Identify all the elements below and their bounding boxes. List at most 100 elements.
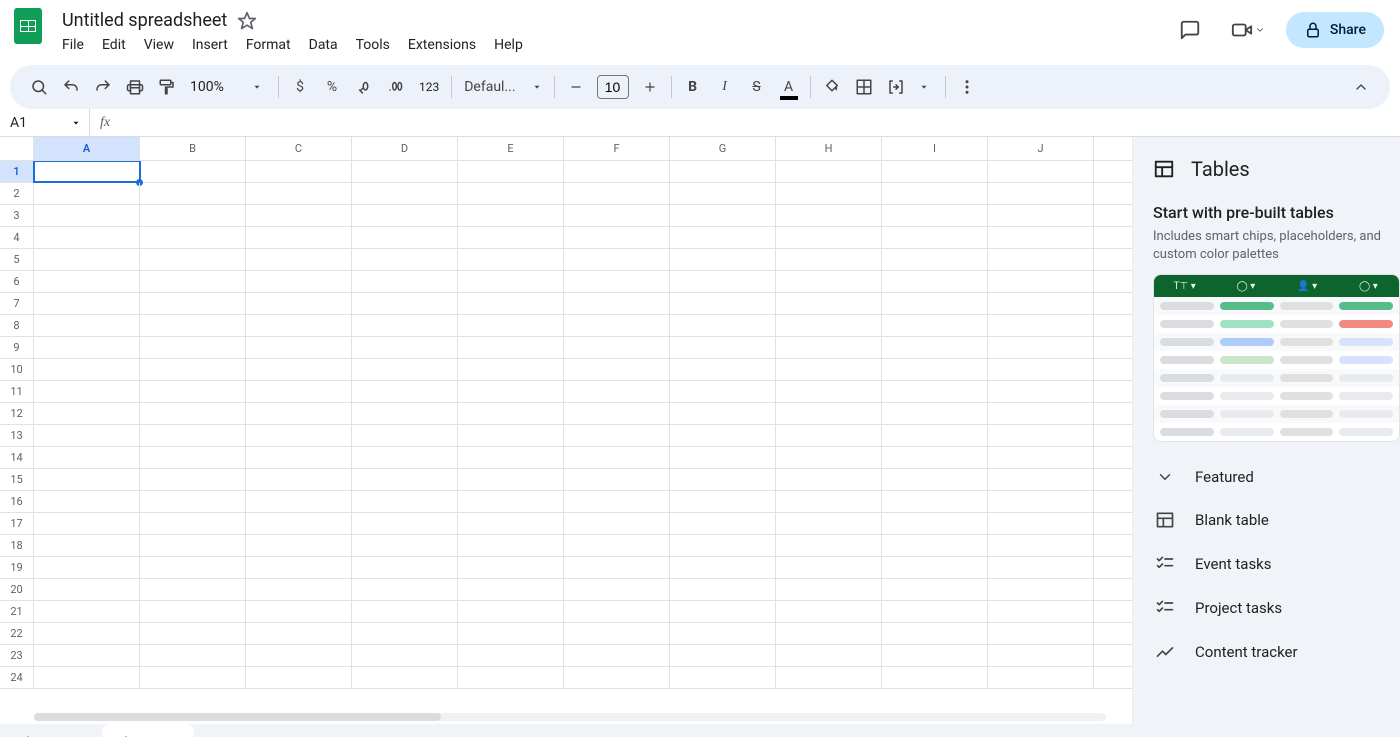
cell[interactable]	[776, 623, 882, 644]
cell[interactable]	[140, 205, 246, 226]
cell[interactable]	[352, 183, 458, 204]
cell[interactable]	[246, 623, 352, 644]
column-header[interactable]: E	[458, 137, 564, 160]
row-header[interactable]: 19	[0, 557, 34, 578]
fill-color-button[interactable]	[817, 72, 847, 102]
cell[interactable]	[776, 579, 882, 600]
format-percent-button[interactable]: %	[317, 72, 347, 102]
zoom-select[interactable]: 100%	[184, 72, 244, 102]
cell[interactable]	[140, 579, 246, 600]
cell[interactable]	[246, 491, 352, 512]
cell[interactable]	[34, 513, 140, 534]
cell[interactable]	[458, 227, 564, 248]
cell[interactable]	[988, 469, 1094, 490]
cell[interactable]	[458, 183, 564, 204]
cell[interactable]	[458, 161, 564, 182]
cell[interactable]	[34, 293, 140, 314]
cell[interactable]	[882, 667, 988, 688]
cell[interactable]	[564, 513, 670, 534]
cell[interactable]	[458, 491, 564, 512]
cell[interactable]	[776, 425, 882, 446]
cell[interactable]	[988, 535, 1094, 556]
cell[interactable]	[246, 337, 352, 358]
cell[interactable]	[458, 513, 564, 534]
template-blank-table[interactable]: Blank table	[1153, 510, 1400, 530]
borders-button[interactable]	[849, 72, 879, 102]
cell[interactable]	[988, 425, 1094, 446]
cell[interactable]	[988, 271, 1094, 292]
cell[interactable]	[564, 161, 670, 182]
cell[interactable]	[670, 535, 776, 556]
cell[interactable]	[34, 249, 140, 270]
cell[interactable]	[776, 491, 882, 512]
comments-button[interactable]	[1170, 12, 1210, 48]
cell[interactable]	[564, 337, 670, 358]
cell[interactable]	[458, 249, 564, 270]
cell[interactable]	[458, 469, 564, 490]
cell[interactable]	[140, 557, 246, 578]
cell[interactable]	[34, 161, 140, 182]
cell[interactable]	[564, 601, 670, 622]
column-header[interactable]: B	[140, 137, 246, 160]
row-header[interactable]: 14	[0, 447, 34, 468]
cell[interactable]	[34, 491, 140, 512]
cell[interactable]	[882, 491, 988, 512]
cell[interactable]	[882, 601, 988, 622]
row-header[interactable]: 9	[0, 337, 34, 358]
cell[interactable]	[670, 623, 776, 644]
row-header[interactable]: 18	[0, 535, 34, 556]
menu-edit[interactable]: Edit	[94, 33, 134, 57]
cell[interactable]	[988, 645, 1094, 666]
cell[interactable]	[988, 337, 1094, 358]
cell[interactable]	[670, 491, 776, 512]
font-size-input[interactable]	[597, 75, 629, 99]
cell[interactable]	[140, 491, 246, 512]
cell[interactable]	[246, 359, 352, 380]
cell[interactable]	[246, 447, 352, 468]
cell[interactable]	[564, 403, 670, 424]
cell[interactable]	[140, 381, 246, 402]
cell[interactable]	[352, 161, 458, 182]
cell[interactable]	[988, 183, 1094, 204]
text-color-button[interactable]: A	[774, 72, 804, 102]
menu-format[interactable]: Format	[238, 33, 299, 57]
name-box[interactable]: A1	[0, 109, 90, 136]
cell[interactable]	[352, 249, 458, 270]
cell[interactable]	[670, 161, 776, 182]
cell[interactable]	[988, 447, 1094, 468]
cell[interactable]	[776, 469, 882, 490]
row-header[interactable]: 11	[0, 381, 34, 402]
cell[interactable]	[34, 381, 140, 402]
cell[interactable]	[246, 579, 352, 600]
column-header[interactable]: D	[352, 137, 458, 160]
cell[interactable]	[564, 205, 670, 226]
column-header[interactable]: I	[882, 137, 988, 160]
cell[interactable]	[140, 315, 246, 336]
decrease-font-size-button[interactable]	[561, 72, 591, 102]
menu-extensions[interactable]: Extensions	[400, 33, 484, 57]
cell[interactable]	[140, 161, 246, 182]
cell[interactable]	[246, 557, 352, 578]
cell[interactable]	[882, 469, 988, 490]
cell[interactable]	[564, 667, 670, 688]
cell[interactable]	[246, 227, 352, 248]
cell[interactable]	[34, 469, 140, 490]
cell[interactable]	[882, 381, 988, 402]
cell[interactable]	[882, 535, 988, 556]
cell[interactable]	[34, 557, 140, 578]
cell[interactable]	[246, 425, 352, 446]
more-tools-button[interactable]	[952, 72, 982, 102]
cell[interactable]	[670, 645, 776, 666]
cell[interactable]	[776, 359, 882, 380]
cell[interactable]	[564, 359, 670, 380]
cell[interactable]	[458, 645, 564, 666]
cell[interactable]	[458, 381, 564, 402]
cell[interactable]	[34, 315, 140, 336]
row-header[interactable]: 21	[0, 601, 34, 622]
font-family-select[interactable]: Defaul...	[458, 72, 547, 102]
cell[interactable]	[670, 469, 776, 490]
cell[interactable]	[564, 579, 670, 600]
cell[interactable]	[140, 403, 246, 424]
row-header[interactable]: 10	[0, 359, 34, 380]
cell[interactable]	[670, 293, 776, 314]
